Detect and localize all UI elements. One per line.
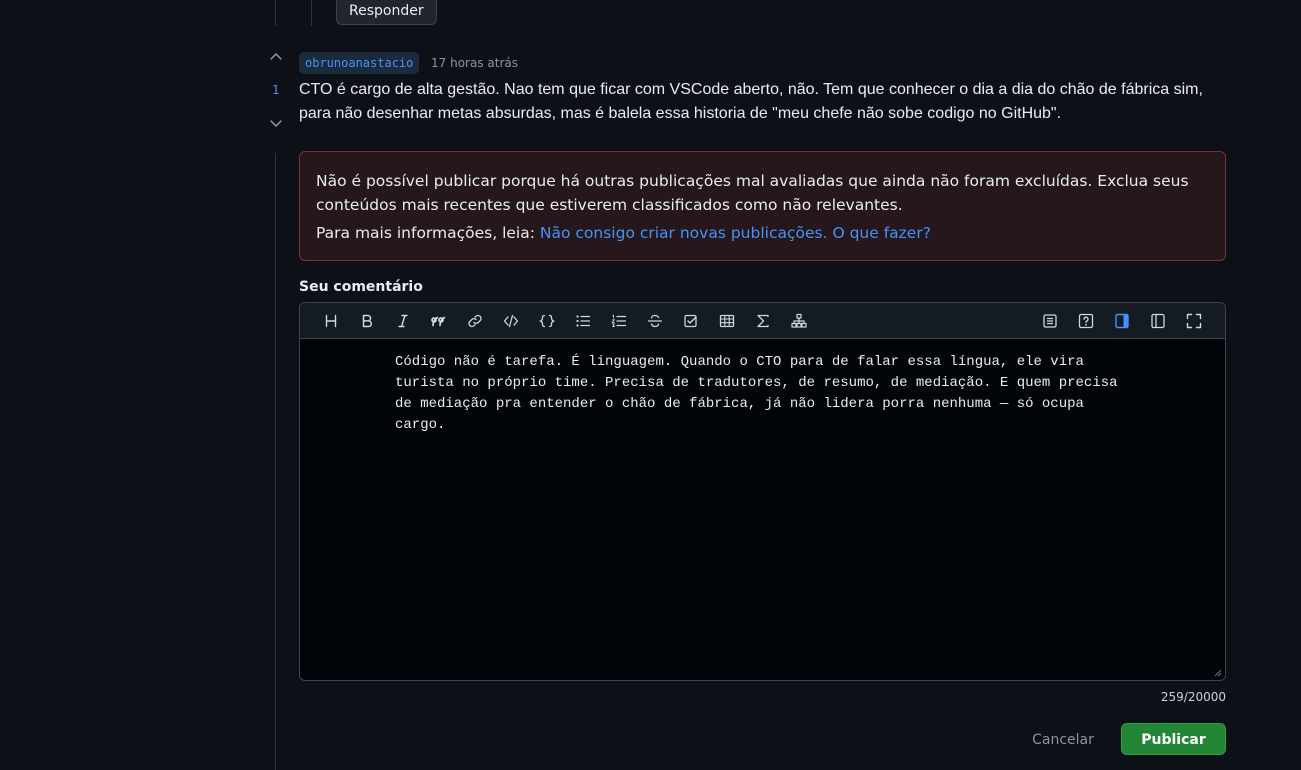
cancel-button[interactable]: Cancelar bbox=[1022, 723, 1104, 755]
thread-line-comment bbox=[275, 153, 276, 770]
comment-body: CTO é cargo de alta gestão. Nao tem que … bbox=[299, 81, 1203, 122]
link-icon[interactable] bbox=[464, 310, 486, 332]
strikethrough-icon[interactable] bbox=[644, 310, 666, 332]
error-alert: Não é possível publicar porque há outras… bbox=[299, 151, 1226, 261]
alert-help-link[interactable]: Não consigo criar novas publicações. O q… bbox=[540, 224, 931, 242]
upvote-chevron-up-icon[interactable] bbox=[262, 47, 290, 67]
diagram-icon[interactable] bbox=[788, 310, 810, 332]
reply-button[interactable]: Responder bbox=[336, 0, 437, 25]
character-counter: 259/20000 bbox=[1160, 690, 1226, 704]
code-icon[interactable] bbox=[500, 310, 522, 332]
task-list-icon[interactable] bbox=[680, 310, 702, 332]
side-by-side-icon[interactable] bbox=[1111, 310, 1133, 332]
thread-line bbox=[275, 0, 276, 26]
vote-count: 1 bbox=[272, 83, 280, 97]
alert-info: Para mais informações, leia: Não consigo… bbox=[316, 221, 1209, 245]
fullscreen-icon[interactable] bbox=[1183, 310, 1205, 332]
preview-icon[interactable] bbox=[1039, 310, 1061, 332]
alert-info-prefix: Para mais informações, leia: bbox=[316, 224, 540, 242]
alert-message: Não é possível publicar porque há outras… bbox=[316, 172, 1189, 214]
ordered-list-icon[interactable] bbox=[608, 310, 630, 332]
resize-handle-icon[interactable] bbox=[1214, 669, 1222, 677]
italic-icon[interactable] bbox=[392, 310, 414, 332]
comment-textarea[interactable]: Código não é tarefa. É linguagem. Quando… bbox=[395, 352, 1135, 436]
vote-controls: 1 bbox=[262, 47, 290, 133]
split-view-icon[interactable] bbox=[1147, 310, 1169, 332]
heading-icon[interactable] bbox=[320, 310, 342, 332]
thread-line-nested bbox=[311, 0, 312, 26]
comment-field-label: Seu comentário bbox=[299, 279, 423, 295]
markdown-editor: Código não é tarefa. É linguagem. Quando… bbox=[299, 302, 1226, 681]
downvote-chevron-down-icon[interactable] bbox=[262, 113, 290, 133]
table-icon[interactable] bbox=[716, 310, 738, 332]
unordered-list-icon[interactable] bbox=[572, 310, 594, 332]
comment-timestamp[interactable]: 17 horas atrás bbox=[431, 55, 518, 71]
help-icon[interactable] bbox=[1075, 310, 1097, 332]
bold-icon[interactable] bbox=[356, 310, 378, 332]
editor-toolbar bbox=[300, 303, 1225, 339]
author-username[interactable]: obrunoanastacio bbox=[299, 52, 420, 74]
publish-button[interactable]: Publicar bbox=[1121, 723, 1226, 755]
quote-icon[interactable] bbox=[428, 310, 450, 332]
code-block-icon[interactable] bbox=[536, 310, 558, 332]
math-icon[interactable] bbox=[752, 310, 774, 332]
